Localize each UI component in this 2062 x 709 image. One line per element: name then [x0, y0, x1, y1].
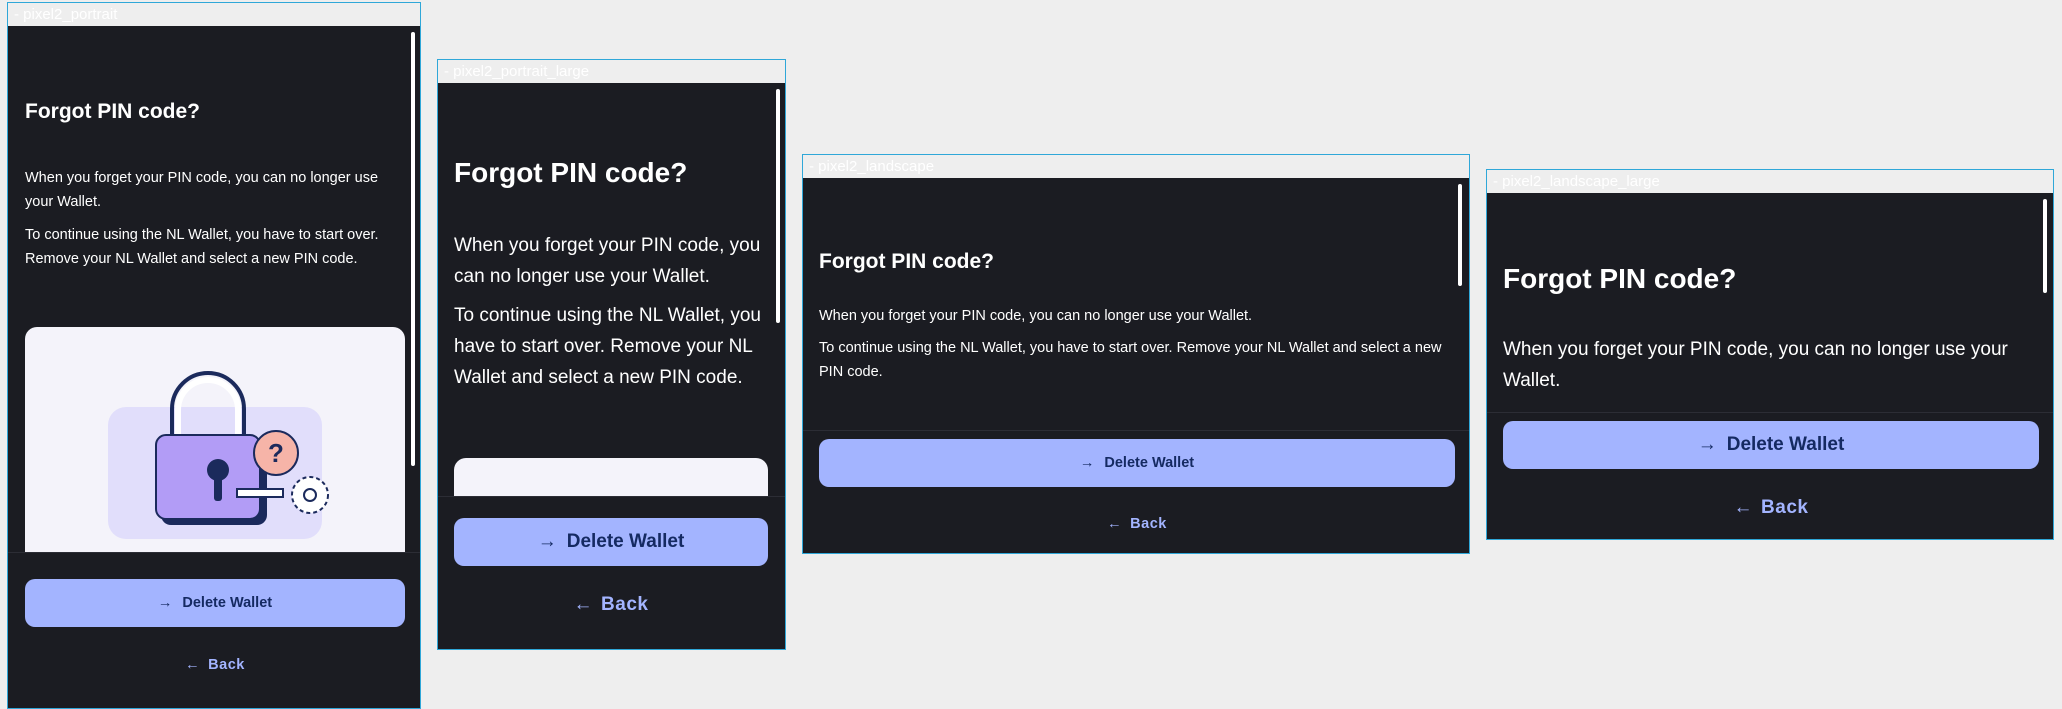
back-button[interactable]: ← Back [25, 652, 405, 678]
arrow-left-icon: ← [185, 657, 201, 673]
device-frame-pixel2-portrait: - pixel2_portrait Forgot PIN code? When … [7, 2, 421, 709]
illustration-card [454, 458, 768, 496]
arrow-right-icon: → [537, 531, 557, 552]
page-title: Forgot PIN code? [1503, 263, 1737, 294]
arrow-right-icon: → [1079, 455, 1095, 471]
scrollbar[interactable] [2043, 199, 2047, 293]
back-label: Back [601, 594, 649, 615]
illustration-card: ? [25, 327, 405, 552]
forgot-pin-illustration: ? [108, 371, 329, 539]
delete-wallet-label: Delete Wallet [566, 531, 685, 552]
back-label: Back [1761, 497, 1809, 518]
arrow-left-icon: ← [1733, 497, 1754, 518]
info-paragraph-2: To continue using the NL Wallet, you hav… [819, 340, 1442, 380]
page-title: Forgot PIN code? [819, 250, 994, 273]
back-label: Back [208, 657, 245, 673]
info-paragraph-1: When you forget your PIN code, you can n… [1503, 339, 2008, 391]
back-button[interactable]: ← Back [454, 591, 768, 619]
back-label: Back [1130, 516, 1167, 532]
device-frame-pixel2-landscape: - pixel2_landscape Forgot PIN code? When… [802, 154, 1470, 554]
delete-wallet-label: Delete Wallet [1726, 434, 1845, 455]
scroll-content[interactable]: Forgot PIN code? When you forget your PI… [438, 83, 785, 496]
info-paragraph-2: To continue using the NL Wallet, you hav… [25, 227, 379, 267]
frame-label: - pixel2_landscape [803, 155, 1469, 178]
delete-wallet-label: Delete Wallet [1104, 455, 1195, 471]
info-paragraph-1: When you forget your PIN code, you can n… [819, 308, 1253, 324]
scroll-content[interactable]: Forgot PIN code? When you forget your PI… [8, 26, 420, 552]
back-button[interactable]: ← Back [1503, 494, 2039, 522]
forgot-pin-screen: Forgot PIN code? When you forget your PI… [8, 26, 420, 708]
page-title: Forgot PIN code? [454, 157, 688, 188]
info-paragraph-1: When you forget your PIN code, you can n… [25, 170, 379, 210]
scroll-content[interactable]: Forgot PIN code? When you forget your PI… [803, 178, 1469, 430]
device-frame-pixel2-portrait-large: - pixel2_portrait_large Forgot PIN code?… [437, 59, 786, 650]
frame-label: - pixel2_portrait [8, 3, 420, 26]
scrollbar[interactable] [411, 32, 415, 466]
arrow-left-icon: ← [1107, 516, 1123, 532]
bottom-divider [803, 430, 1469, 431]
bottom-divider [1487, 412, 2053, 413]
delete-wallet-label: Delete Wallet [182, 595, 273, 611]
scroll-content[interactable]: Forgot PIN code? When you forget your PI… [1487, 193, 2053, 412]
arrow-right-icon: → [157, 595, 173, 611]
arrow-right-icon: → [1697, 434, 1717, 455]
back-button[interactable]: ← Back [819, 511, 1455, 537]
delete-wallet-button[interactable]: → Delete Wallet [25, 579, 405, 627]
forgot-pin-screen: Forgot PIN code? When you forget your PI… [438, 83, 785, 649]
bottom-divider [8, 552, 420, 553]
delete-wallet-button[interactable]: → Delete Wallet [454, 518, 768, 566]
info-paragraph-1: When you forget your PIN code, you can n… [454, 235, 761, 287]
svg-text:?: ? [268, 438, 284, 468]
frame-label: - pixel2_portrait_large [438, 60, 785, 83]
delete-wallet-button[interactable]: → Delete Wallet [819, 439, 1455, 487]
delete-wallet-button[interactable]: → Delete Wallet [1503, 421, 2039, 469]
scrollbar[interactable] [1458, 184, 1462, 286]
scrollbar[interactable] [776, 89, 780, 323]
frame-label: - pixel2_landscape_large [1487, 170, 2053, 193]
device-frame-pixel2-landscape-large: - pixel2_landscape_large Forgot PIN code… [1486, 169, 2054, 540]
arrow-left-icon: ← [573, 594, 594, 615]
info-paragraph-2: To continue using the NL Wallet, you hav… [454, 305, 761, 388]
bottom-divider [438, 496, 785, 497]
forgot-pin-screen: Forgot PIN code? When you forget your PI… [803, 178, 1469, 553]
page-title: Forgot PIN code? [25, 100, 200, 123]
forgot-pin-screen: Forgot PIN code? When you forget your PI… [1487, 193, 2053, 539]
